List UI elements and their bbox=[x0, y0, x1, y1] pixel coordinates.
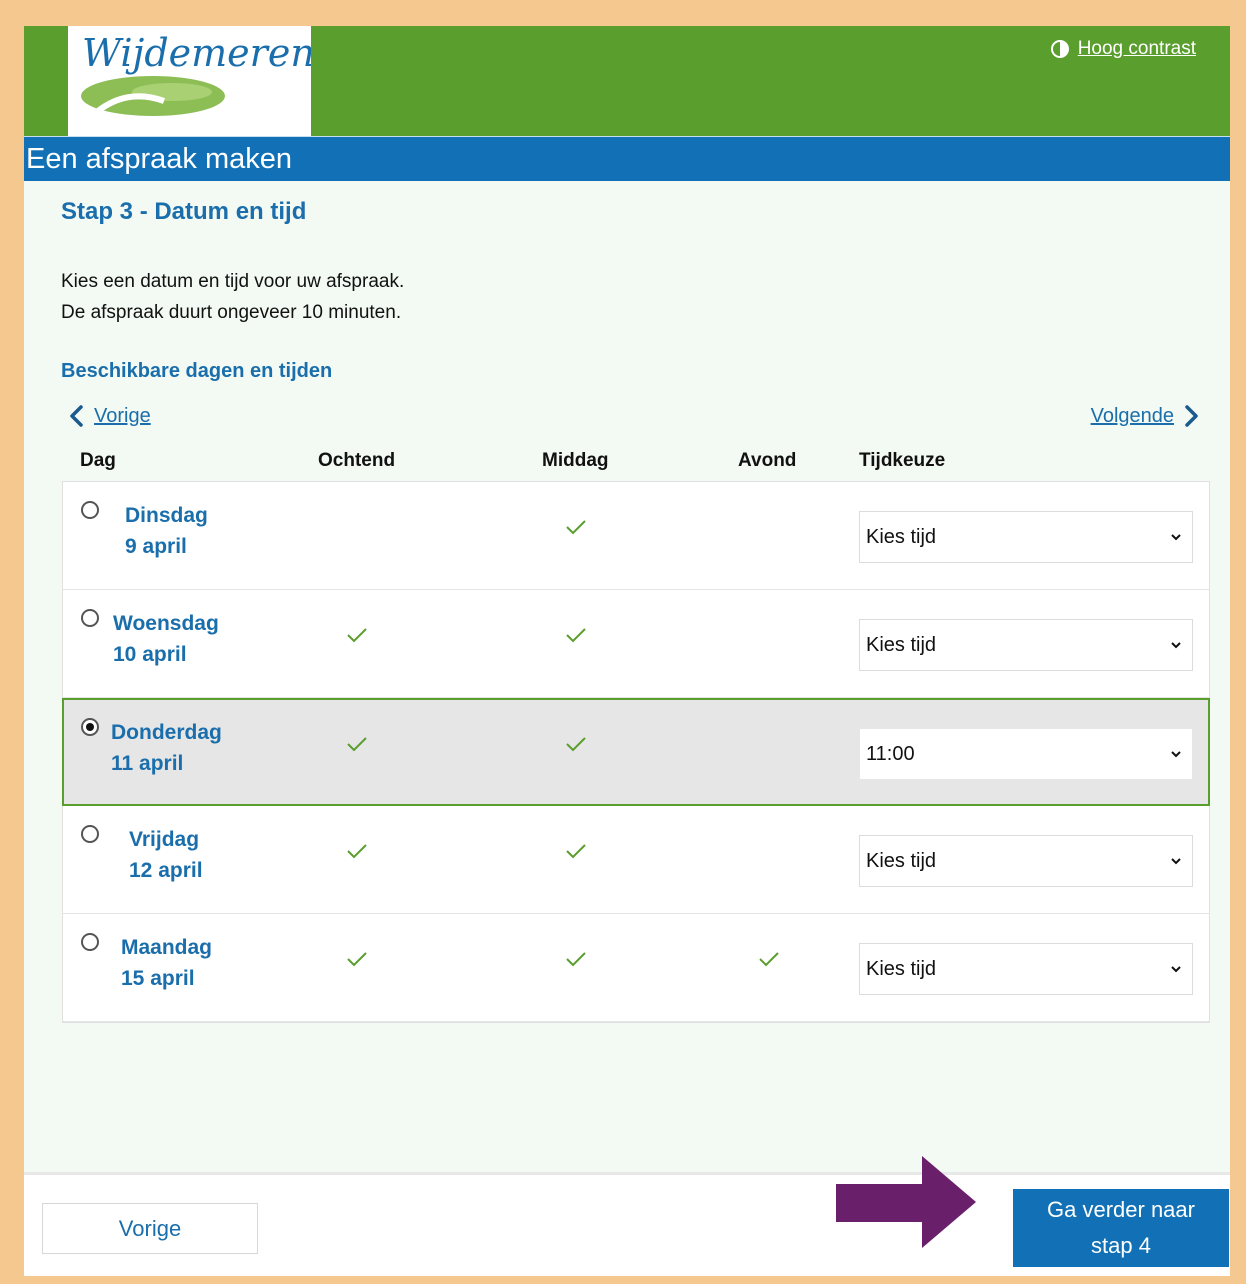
next-step-button[interactable]: Ga verder naar stap 4 bbox=[1013, 1189, 1229, 1267]
previous-week-label: Vorige bbox=[94, 404, 151, 427]
day-name: Maandag bbox=[121, 936, 213, 959]
day-date: 10 april bbox=[113, 643, 187, 666]
column-header-time: Tijdkeuze bbox=[859, 450, 946, 471]
day-date: 15 april bbox=[121, 967, 195, 990]
page-title: Een afspraak maken bbox=[24, 136, 1230, 181]
afternoon-available-check-icon bbox=[566, 952, 586, 967]
availability-table: Dinsdag 9 april Kies tijd Woensdag 10 ap… bbox=[62, 481, 1210, 1023]
time-select[interactable]: Kies tijd bbox=[859, 835, 1193, 887]
time-select[interactable]: Kies tijd bbox=[859, 943, 1193, 995]
page-frame: Wijdemeren Hoog contrast Een afspraak ma… bbox=[24, 26, 1230, 1276]
previous-week-link[interactable]: Vorige bbox=[68, 404, 151, 428]
next-step-button-line-1: Ga verder naar bbox=[1047, 1197, 1195, 1222]
chevron-down-icon bbox=[1171, 534, 1181, 541]
high-contrast-link[interactable]: Hoog contrast bbox=[1078, 38, 1196, 60]
day-name: Woensdag bbox=[113, 612, 219, 635]
next-step-button-line-2: stap 4 bbox=[1091, 1233, 1151, 1258]
chevron-right-icon bbox=[1185, 405, 1198, 427]
day-date: 12 april bbox=[129, 859, 203, 882]
time-select-value: Kies tijd bbox=[866, 850, 937, 872]
step-title: Stap 3 - Datum en tijd bbox=[61, 198, 307, 225]
time-select-value: Kies tijd bbox=[866, 526, 937, 548]
time-select[interactable]: 11:00 bbox=[859, 728, 1193, 780]
previous-step-button[interactable]: Vorige bbox=[42, 1203, 258, 1254]
day-radio[interactable] bbox=[81, 501, 99, 519]
next-week-label: Volgende bbox=[1090, 404, 1174, 427]
site-header: Wijdemeren Hoog contrast bbox=[24, 26, 1230, 136]
chevron-down-icon bbox=[1171, 966, 1181, 973]
day-radio[interactable] bbox=[81, 609, 99, 627]
chevron-down-icon bbox=[1171, 858, 1181, 865]
table-row[interactable]: Maandag 15 april Kies tijd bbox=[63, 914, 1209, 1022]
column-header-afternoon: Middag bbox=[542, 450, 609, 471]
high-contrast-toggle[interactable]: Hoog contrast bbox=[1050, 38, 1196, 60]
annotation-arrow-icon bbox=[836, 1156, 976, 1248]
day-name: Donderdag bbox=[111, 721, 222, 744]
afternoon-available-check-icon bbox=[566, 737, 586, 752]
afternoon-available-check-icon bbox=[566, 844, 586, 859]
column-header-evening: Avond bbox=[738, 450, 797, 471]
time-select-value: 11:00 bbox=[866, 743, 915, 765]
afternoon-available-check-icon bbox=[566, 628, 586, 643]
next-week-link[interactable]: Volgende bbox=[1091, 404, 1200, 428]
chevron-down-icon bbox=[1171, 642, 1181, 649]
table-row-selected[interactable]: Donderdag 11 april 11:00 bbox=[62, 698, 1210, 806]
intro-line-2: De afspraak duurt ongeveer 10 minuten. bbox=[61, 302, 402, 323]
chevron-down-icon bbox=[1171, 751, 1181, 758]
day-name: Dinsdag bbox=[125, 504, 208, 527]
footer-bar: Vorige Ga verder naar stap 4 bbox=[24, 1172, 1230, 1276]
time-select-value: Kies tijd bbox=[866, 958, 937, 980]
morning-available-check-icon bbox=[347, 737, 367, 752]
table-row[interactable]: Vrijdag 12 april Kies tijd bbox=[63, 806, 1209, 914]
column-header-morning: Ochtend bbox=[318, 450, 396, 471]
section-title: Beschikbare dagen en tijden bbox=[61, 360, 333, 382]
time-select[interactable]: Kies tijd bbox=[859, 511, 1193, 563]
table-row[interactable]: Woensdag 10 april Kies tijd bbox=[63, 590, 1209, 698]
evening-available-check-icon bbox=[759, 952, 779, 967]
day-date: 11 april bbox=[111, 752, 184, 775]
day-name: Vrijdag bbox=[129, 828, 200, 851]
time-select[interactable]: Kies tijd bbox=[859, 619, 1193, 671]
morning-available-check-icon bbox=[347, 952, 367, 967]
intro-text: Kies een datum en tijd voor uw afspraak.… bbox=[61, 266, 404, 328]
day-date: 9 april bbox=[125, 535, 187, 558]
day-radio-selected[interactable] bbox=[81, 718, 99, 736]
time-select-value: Kies tijd bbox=[866, 634, 937, 656]
table-row[interactable]: Dinsdag 9 april Kies tijd bbox=[63, 482, 1209, 590]
intro-line-1: Kies een datum en tijd voor uw afspraak. bbox=[61, 271, 405, 292]
column-header-day: Dag bbox=[80, 450, 116, 471]
morning-available-check-icon bbox=[347, 628, 367, 643]
wijdemeren-logo[interactable]: Wijdemeren bbox=[68, 26, 311, 136]
svg-text:Wijdemeren: Wijdemeren bbox=[82, 31, 311, 75]
chevron-left-icon bbox=[70, 405, 83, 427]
afternoon-available-check-icon bbox=[566, 520, 586, 535]
day-radio[interactable] bbox=[81, 933, 99, 951]
morning-available-check-icon bbox=[347, 844, 367, 859]
contrast-icon bbox=[1050, 40, 1069, 58]
day-radio[interactable] bbox=[81, 825, 99, 843]
